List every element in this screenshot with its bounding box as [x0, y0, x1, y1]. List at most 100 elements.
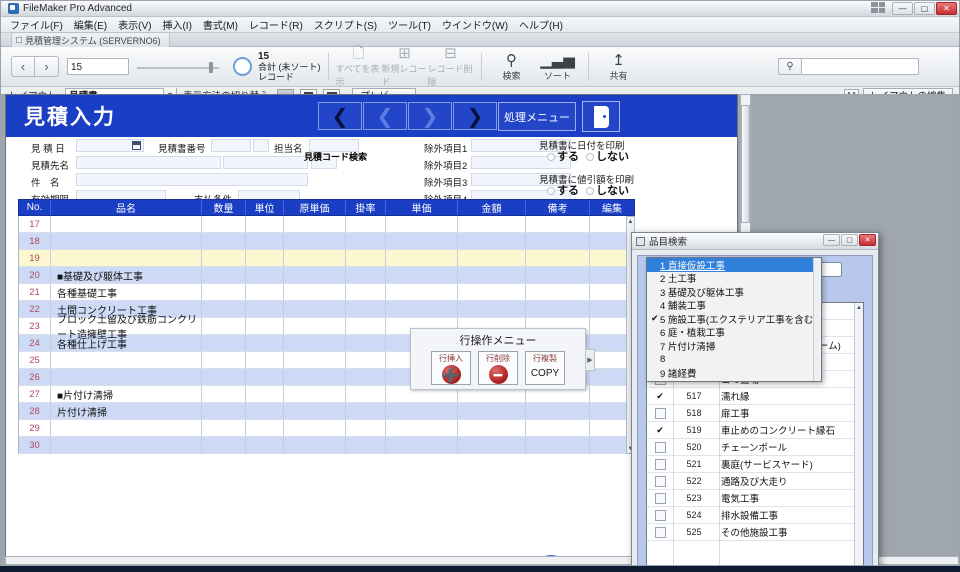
row-cell[interactable] [246, 335, 284, 351]
item-list-scrollbar[interactable]: ▲ ▼ [854, 303, 863, 565]
row-cell[interactable] [284, 233, 346, 249]
table-row[interactable]: 29 [18, 420, 635, 437]
row-cell[interactable] [202, 352, 246, 368]
scroll-up-icon[interactable]: ▲ [627, 217, 634, 226]
list-item[interactable]: 524 排水設備工事 [647, 507, 863, 524]
next-record-button[interactable]: › [35, 56, 59, 77]
row-cell[interactable] [284, 403, 346, 419]
row-item-name[interactable]: 各種基礎工事 [51, 284, 202, 300]
row-number[interactable]: 24 [19, 335, 51, 351]
menu-tools[interactable]: ツール(T) [383, 16, 436, 33]
quick-find-input[interactable] [801, 58, 919, 75]
slider-thumb[interactable] [209, 61, 213, 73]
row-cell[interactable] [346, 250, 386, 266]
row-cell[interactable] [284, 216, 346, 232]
dropdown-option[interactable]: 8 [647, 353, 821, 367]
table-row[interactable]: 19 [18, 250, 635, 267]
menu-file[interactable]: ファイル(F) [5, 16, 68, 33]
prev-record-arrow[interactable]: ❮ [363, 102, 407, 130]
row-item-name[interactable] [51, 420, 202, 436]
row-cell[interactable] [246, 267, 284, 283]
row-cell[interactable] [458, 437, 526, 453]
row-menu-collapse-handle[interactable]: ▶ [586, 349, 595, 371]
row-cell[interactable] [346, 318, 386, 334]
row-cell[interactable] [386, 267, 458, 283]
estimate-no-input[interactable] [211, 139, 251, 152]
row-cell[interactable] [346, 352, 386, 368]
row-item-name[interactable]: 片付け清掃 [51, 403, 202, 419]
dropdown-option[interactable]: 3 基礎及び躯体工事 [647, 285, 821, 299]
row-cell[interactable] [526, 267, 590, 283]
row-cell[interactable] [246, 403, 284, 419]
row-cell[interactable] [526, 250, 590, 266]
dialog-close-button[interactable]: ✕ [859, 234, 876, 246]
row-item-name[interactable] [51, 352, 202, 368]
checkbox-icon[interactable] [654, 509, 666, 521]
row-cell[interactable] [202, 301, 246, 317]
checkbox-icon[interactable]: ✔ [655, 391, 666, 402]
row-cell[interactable] [202, 335, 246, 351]
checkbox-icon[interactable]: ✔ [655, 425, 666, 436]
row-number[interactable]: 17 [19, 216, 51, 232]
row-cell[interactable] [458, 250, 526, 266]
record-slider[interactable] [137, 61, 219, 73]
row-cell[interactable] [284, 386, 346, 402]
delete-record-button[interactable]: ⊟ レコード削除 [428, 45, 474, 88]
table-row[interactable]: 18 [18, 233, 635, 250]
row-cell[interactable] [346, 233, 386, 249]
checkbox-icon[interactable] [654, 492, 666, 504]
item-checkbox-cell[interactable] [647, 492, 673, 504]
row-item-name[interactable]: ■片付け清掃 [51, 386, 202, 402]
record-number-field[interactable]: 15 [67, 58, 129, 75]
row-number[interactable]: 26 [19, 369, 51, 385]
row-cell[interactable] [386, 420, 458, 436]
row-cell[interactable] [246, 386, 284, 402]
first-record-button[interactable]: ❮ [318, 102, 362, 130]
process-menu-button[interactable]: 処理メニュー [498, 102, 576, 131]
row-cell[interactable] [386, 284, 458, 300]
row-cell[interactable] [386, 437, 458, 453]
row-cell[interactable] [246, 301, 284, 317]
row-cell[interactable] [246, 369, 284, 385]
row-cell[interactable] [246, 420, 284, 436]
item-scroll-up-icon[interactable]: ▲ [855, 303, 863, 312]
row-cell[interactable] [202, 403, 246, 419]
checkbox-icon[interactable] [654, 441, 666, 453]
row-cell[interactable] [284, 420, 346, 436]
row-number[interactable]: 22 [19, 301, 51, 317]
client-input[interactable] [76, 156, 221, 169]
row-cell[interactable] [346, 267, 386, 283]
dropdown-option[interactable]: 9 諸経費 [647, 366, 821, 380]
row-cell[interactable] [246, 318, 284, 334]
row-cell[interactable] [458, 301, 526, 317]
checkbox-icon[interactable] [654, 475, 666, 487]
row-cell[interactable] [246, 233, 284, 249]
row-cell[interactable] [202, 369, 246, 385]
dialog-minimize-button[interactable]: — [823, 234, 840, 246]
menu-help[interactable]: ヘルプ(H) [514, 16, 568, 33]
menu-scripts[interactable]: スクリプト(S) [309, 16, 382, 33]
row-item-name[interactable] [51, 216, 202, 232]
row-cell[interactable] [346, 216, 386, 232]
row-cell[interactable] [284, 301, 346, 317]
row-cell[interactable] [386, 301, 458, 317]
row-cell[interactable] [284, 437, 346, 453]
row-cell[interactable] [526, 301, 590, 317]
list-item[interactable]: ✔ 517 濡れ縁 [647, 388, 863, 405]
client-sub-input[interactable] [223, 156, 308, 169]
table-row[interactable]: 28 片付け清掃 [18, 403, 635, 420]
dropdown-option[interactable]: 6 庭・植栽工事 [647, 326, 821, 339]
row-number[interactable]: 18 [19, 233, 51, 249]
row-cell[interactable] [246, 250, 284, 266]
row-cell[interactable] [526, 233, 590, 249]
dropdown-option[interactable]: 1 直接仮設工事 [647, 258, 821, 272]
dropdown-scrollbar[interactable] [813, 258, 821, 381]
checkbox-icon[interactable] [654, 458, 666, 470]
table-row[interactable]: 30 [18, 437, 635, 454]
list-item[interactable]: 518 扉工事 [647, 405, 863, 422]
row-number[interactable]: 20 [19, 267, 51, 283]
row-cell[interactable] [346, 386, 386, 402]
list-item[interactable]: 523 電気工事 [647, 490, 863, 507]
row-cell[interactable] [386, 233, 458, 249]
row-item-name[interactable] [51, 250, 202, 266]
